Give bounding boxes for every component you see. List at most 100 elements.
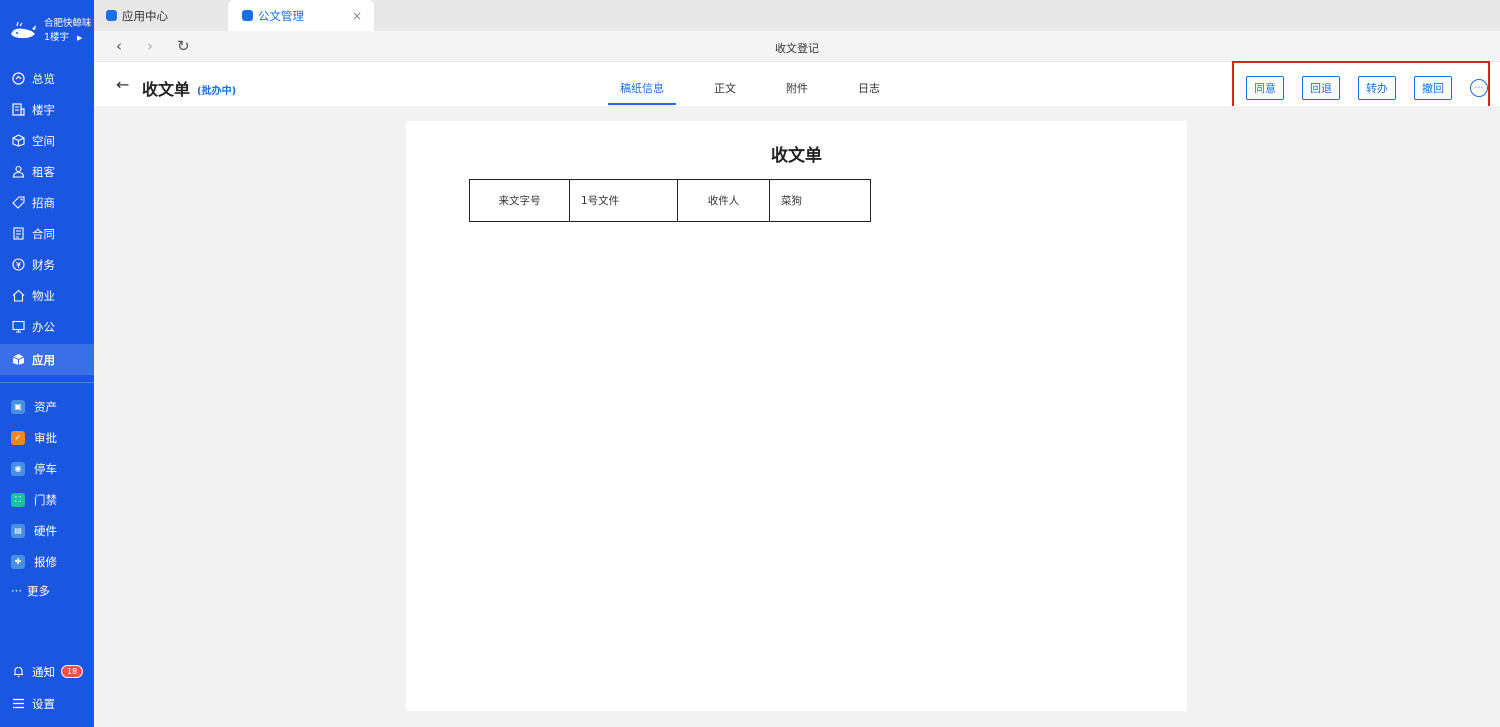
close-icon[interactable]: × — [352, 9, 362, 23]
more-icon[interactable]: ⋯ — [1470, 79, 1488, 97]
sidebar-item-label: 设置 — [32, 696, 55, 711]
sidebar-item-label: 更多 — [26, 583, 50, 598]
document-management-icon — [242, 10, 253, 21]
tab-draft-info[interactable]: 稿纸信息 — [620, 80, 664, 96]
document-paper: 收文单 来文字号 1号文件 收件人 菜狗 — [406, 121, 1187, 711]
sidebar-item-contract[interactable]: 合同 — [0, 218, 94, 249]
hardware-icon: ▤ — [11, 523, 25, 538]
sidebar-item-finance[interactable]: 财务 — [0, 249, 94, 280]
address-bar: 收文登记 ‹ › ↻ — [94, 31, 1500, 62]
sidebar-item-label: 楼宇 — [32, 102, 55, 117]
brand-switcher[interactable]: 合肥快鲸味 1楼宇 ▶ — [0, 0, 94, 62]
active-tab-indicator — [608, 103, 676, 105]
field-value: 菜狗 — [769, 179, 871, 222]
sidebar-app-repair[interactable]: ✚ 报修 — [0, 546, 94, 577]
tab-label: 应用中心 — [122, 8, 168, 23]
users-icon — [11, 165, 25, 179]
home-icon — [11, 289, 25, 303]
table-row: 来文字号 1号文件 收件人 菜狗 — [469, 179, 871, 222]
monitor-icon — [11, 320, 25, 334]
sidebar-more[interactable]: ··· 更多 — [0, 575, 94, 606]
sidebar-item-label: 办公 — [32, 319, 55, 334]
sidebar-item-label: 租客 — [32, 164, 55, 179]
sidebar-item-label: 资产 — [34, 399, 57, 414]
sidebar-divider — [0, 382, 94, 383]
sidebar-item-label: 总览 — [32, 71, 55, 86]
brand-text: 合肥快鲸味 1楼宇 ▶ — [44, 17, 92, 45]
sidebar-settings[interactable]: 设置 — [0, 688, 94, 719]
content-area: 收文单 来文字号 1号文件 收件人 菜狗 — [102, 106, 1500, 727]
ellipsis-icon: ··· — [11, 583, 22, 598]
app-center-icon — [106, 10, 117, 21]
field-label: 收件人 — [677, 179, 770, 222]
back-nav-icon[interactable]: ‹ — [116, 37, 122, 55]
sidebar-item-building[interactable]: 楼宇 — [0, 94, 94, 125]
withdraw-button[interactable]: 撤回 — [1414, 76, 1452, 100]
sidebar-item-label: 招商 — [32, 195, 55, 210]
status-badge: (批办中) — [197, 86, 237, 97]
document-icon — [11, 227, 25, 241]
sidebar-item-space[interactable]: 空间 — [0, 125, 94, 156]
asset-icon: ▣ — [11, 399, 25, 414]
page-header: ← 收文单 (批办中) 稿纸信息 正文 附件 日志 同意 回退 转办 撤回 ⋯ — [94, 61, 1500, 111]
sidebar-item-label: 报修 — [34, 554, 57, 569]
sidebar-item-property[interactable]: 物业 — [0, 280, 94, 311]
sidebar-item-label: 通知 — [32, 664, 55, 679]
sidebar-item-label: 停车 — [34, 461, 57, 476]
box-icon — [11, 353, 25, 367]
sidebar-item-label: 硬件 — [34, 523, 57, 538]
notification-badge: 18 — [61, 665, 84, 678]
sidebar-item-label: 合同 — [32, 226, 55, 241]
coin-icon — [11, 258, 25, 272]
transfer-button[interactable]: 转办 — [1358, 76, 1396, 100]
sidebar-app-asset[interactable]: ▣ 资产 — [0, 391, 94, 422]
sidebar-item-office[interactable]: 办公 — [0, 311, 94, 342]
repair-icon: ✚ — [11, 554, 25, 569]
paper-title: 收文单 — [771, 146, 822, 166]
approval-icon: ✓ — [11, 430, 25, 445]
sidebar-app-hardware[interactable]: ▤ 硬件 — [0, 515, 94, 546]
tab-document-management[interactable]: 公文管理 × — [228, 0, 374, 31]
page-title: 收文单 — [142, 80, 191, 99]
whale-logo-icon — [11, 21, 36, 39]
sidebar-app-access[interactable]: ⛶ 门禁 — [0, 484, 94, 515]
building-icon — [11, 103, 25, 117]
tab-log[interactable]: 日志 — [858, 80, 880, 96]
access-icon: ⛶ — [11, 492, 25, 507]
address-title: 收文登记 — [775, 42, 819, 55]
tab-body[interactable]: 正文 — [714, 80, 736, 96]
sidebar-item-apps[interactable]: 应用 — [0, 344, 94, 375]
parking-icon: ◉ — [11, 461, 25, 476]
sidebar-item-label: 空间 — [32, 133, 55, 148]
tab-bar: 应用中心 公文管理 × — [94, 0, 1500, 31]
sidebar-item-overview[interactable]: 总览 — [0, 63, 94, 94]
tab-label: 公文管理 — [258, 8, 304, 23]
caret-right-icon: ▶ — [77, 34, 83, 42]
sidebar-item-leasing[interactable]: 招商 — [0, 187, 94, 218]
bell-icon — [11, 665, 25, 679]
return-button[interactable]: 回退 — [1302, 76, 1340, 100]
brand-name: 合肥快鲸味 — [44, 18, 92, 29]
sidebar-item-label: 应用 — [32, 352, 55, 367]
sidebar-notifications[interactable]: 通知 18 — [0, 656, 94, 687]
field-value: 1号文件 — [569, 179, 678, 222]
dashboard-icon — [11, 72, 25, 86]
sidebar-app-parking[interactable]: ◉ 停车 — [0, 453, 94, 484]
approve-button[interactable]: 同意 — [1246, 76, 1284, 100]
tab-app-center[interactable]: 应用中心 — [106, 0, 168, 31]
sidebar-item-label: 审批 — [34, 430, 57, 445]
field-label: 来文字号 — [469, 179, 570, 222]
sidebar-item-tenant[interactable]: 租客 — [0, 156, 94, 187]
tab-attachments[interactable]: 附件 — [786, 80, 808, 96]
receipt-form-table: 来文字号 1号文件 收件人 菜狗 — [469, 179, 871, 222]
reload-icon[interactable]: ↻ — [177, 37, 190, 55]
back-arrow-icon[interactable]: ← — [116, 75, 129, 94]
sidebar-item-label: 物业 — [32, 288, 55, 303]
sidebar: 合肥快鲸味 1楼宇 ▶ 总览 楼宇 空间 租客 招商 合同 财务 物业 办公 应… — [0, 0, 94, 727]
action-group: 同意 回退 转办 撤回 ⋯ — [1232, 61, 1490, 111]
brand-building: 1楼宇 ▶ — [44, 32, 83, 43]
sidebar-app-approval[interactable]: ✓ 审批 — [0, 422, 94, 453]
cube-icon — [11, 134, 25, 148]
forward-nav-icon[interactable]: › — [147, 37, 153, 55]
menu-icon — [11, 697, 25, 711]
